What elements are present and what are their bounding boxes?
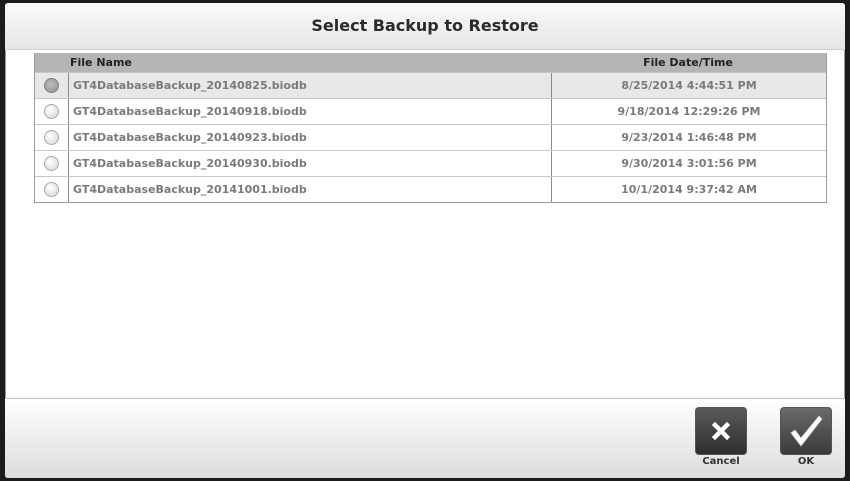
row-select-cell[interactable]	[35, 125, 68, 150]
radio-button[interactable]	[44, 130, 59, 145]
file-date-cell: 10/1/2014 9:37:42 AM	[551, 177, 826, 202]
file-name-cell: GT4DatabaseBackup_20140825.biodb	[68, 73, 551, 98]
dialog-titlebar: Select Backup to Restore	[5, 3, 845, 50]
ok-button[interactable]: OK	[780, 407, 832, 469]
checkmark-icon	[790, 415, 823, 447]
close-x-icon	[711, 421, 731, 441]
row-select-cell[interactable]	[35, 99, 68, 124]
file-name-cell: GT4DatabaseBackup_20140918.biodb	[68, 99, 551, 124]
table-row[interactable]: GT4DatabaseBackup_20140923.biodb 9/23/20…	[35, 124, 826, 150]
radio-button[interactable]	[44, 78, 59, 93]
row-select-cell[interactable]	[35, 177, 68, 202]
file-date-cell: 9/18/2014 12:29:26 PM	[551, 99, 826, 124]
table-row[interactable]: GT4DatabaseBackup_20140930.biodb 9/30/20…	[35, 150, 826, 176]
restore-dialog: Select Backup to Restore File Name File …	[5, 3, 845, 478]
radio-button[interactable]	[44, 156, 59, 171]
cancel-button-face[interactable]	[695, 407, 747, 455]
radio-button[interactable]	[44, 182, 59, 197]
cancel-button[interactable]: Cancel	[695, 407, 747, 469]
file-date-cell: 8/25/2014 4:44:51 PM	[551, 73, 826, 98]
column-header-file-name[interactable]: File Name	[68, 53, 550, 72]
file-name-cell: GT4DatabaseBackup_20140923.biodb	[68, 125, 551, 150]
dialog-title: Select Backup to Restore	[311, 16, 539, 35]
radio-button[interactable]	[44, 104, 59, 119]
file-name-cell: GT4DatabaseBackup_20141001.biodb	[68, 177, 551, 202]
table-header: File Name File Date/Time	[35, 53, 826, 72]
ok-button-label: OK	[797, 456, 815, 467]
table-row[interactable]: GT4DatabaseBackup_20141001.biodb 10/1/20…	[35, 176, 826, 202]
table-row[interactable]: GT4DatabaseBackup_20140918.biodb 9/18/20…	[35, 98, 826, 124]
backup-file-table: File Name File Date/Time GT4DatabaseBack…	[34, 53, 827, 203]
ok-button-face[interactable]	[780, 407, 832, 455]
cancel-button-label: Cancel	[702, 456, 740, 467]
dialog-footer: Cancel OK	[5, 398, 845, 478]
file-name-cell: GT4DatabaseBackup_20140930.biodb	[68, 151, 551, 176]
row-select-cell[interactable]	[35, 73, 68, 98]
header-select-column	[35, 53, 68, 72]
file-date-cell: 9/23/2014 1:46:48 PM	[551, 125, 826, 150]
table-row[interactable]: GT4DatabaseBackup_20140825.biodb 8/25/20…	[35, 72, 826, 98]
column-header-file-date[interactable]: File Date/Time	[550, 53, 826, 72]
row-select-cell[interactable]	[35, 151, 68, 176]
file-date-cell: 9/30/2014 3:01:56 PM	[551, 151, 826, 176]
